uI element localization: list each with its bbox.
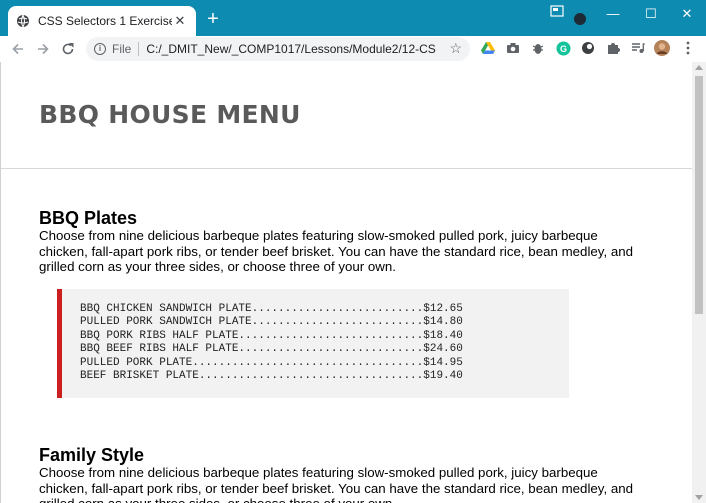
page-title: BBQ HOUSE MENU <box>39 100 301 129</box>
menu-item: BBQ CHICKEN SANDWICH PLATE..............… <box>80 302 463 315</box>
minimize-button[interactable]: — <box>602 4 624 24</box>
section-heading: BBQ Plates <box>39 208 138 228</box>
close-tab-icon[interactable]: ✕ <box>172 13 188 29</box>
scroll-up-icon[interactable] <box>695 65 703 70</box>
info-icon[interactable]: i <box>94 43 106 55</box>
menu-items-block: BBQ CHICKEN SANDWICH PLATE..............… <box>57 288 569 398</box>
vertical-scrollbar[interactable] <box>692 62 706 503</box>
camera-icon[interactable] <box>505 40 521 56</box>
menu-item: PULLED PORK SANDWICH PLATE..............… <box>80 316 463 328</box>
google-drive-icon[interactable] <box>480 40 496 56</box>
section-description: Choose from nine delicious barbeque plat… <box>39 465 634 503</box>
address-bar[interactable]: i File C:/_DMIT_New/_COMP1017/Lessons/Mo… <box>86 37 470 61</box>
page-header: BBQ HOUSE MENU <box>1 62 692 169</box>
bookmark-star-icon[interactable]: ☆ <box>449 40 462 57</box>
tab-search-icon[interactable] <box>550 5 564 17</box>
section-heading: Family Style <box>39 445 145 465</box>
family-style-section: Family Style Choose from nine delicious … <box>39 445 645 503</box>
bbq-plates-section: BBQ Plates Choose from nine delicious ba… <box>39 208 645 398</box>
grammarly-icon[interactable]: G <box>555 40 571 56</box>
browser-tab[interactable]: CSS Selectors 1 Exercise ✕ <box>8 6 196 36</box>
new-tab-button[interactable]: + <box>204 9 222 29</box>
close-window-button[interactable]: ✕ <box>676 4 698 24</box>
reload-icon[interactable] <box>58 39 78 59</box>
svg-text:G: G <box>559 44 566 54</box>
forward-arrow-icon[interactable] <box>33 39 53 59</box>
scrollbar-thumb[interactable] <box>695 76 703 314</box>
profile-dropdown-icon[interactable] <box>574 13 586 25</box>
playlist-icon[interactable] <box>630 40 646 56</box>
page-viewport: BBQ HOUSE MENU BBQ Plates Choose from ni… <box>0 62 692 503</box>
menu-icon[interactable] <box>680 40 696 56</box>
tab-strip: CSS Selectors 1 Exercise ✕ + — ☐ ✕ <box>0 0 706 36</box>
tab-title: CSS Selectors 1 Exercise <box>38 14 172 28</box>
menu-item: BBQ BEEF RIBS HALF PLATE................… <box>80 343 463 355</box>
puzzle-icon[interactable] <box>605 40 621 56</box>
menu-item: PULLED PORK PLATE.......................… <box>80 356 463 369</box>
browser-toolbar: i File C:/_DMIT_New/_COMP1017/Lessons/Mo… <box>0 36 706 62</box>
circle-icon[interactable] <box>580 40 596 56</box>
scroll-down-icon[interactable] <box>695 495 703 500</box>
back-arrow-icon[interactable] <box>8 39 28 59</box>
maximize-button[interactable]: ☐ <box>640 4 662 24</box>
bug-icon[interactable] <box>530 40 546 56</box>
globe-icon <box>16 14 30 28</box>
file-label: File <box>112 42 132 56</box>
divider <box>138 42 140 56</box>
section-description: Choose from nine delicious barbeque plat… <box>39 228 634 274</box>
avatar[interactable] <box>654 40 670 56</box>
menu-item: BEEF BRISKET PLATE......................… <box>80 370 463 382</box>
url-text[interactable]: C:/_DMIT_New/_COMP1017/Lessons/Module2/1… <box>146 42 436 56</box>
menu-item: BBQ PORK RIBS HALF PLATE................… <box>80 329 463 342</box>
